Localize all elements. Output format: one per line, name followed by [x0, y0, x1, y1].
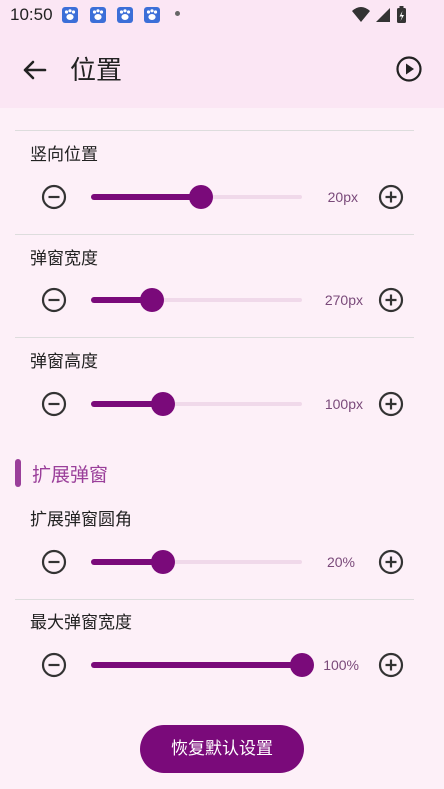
arrow-left-icon[interactable] — [20, 56, 48, 84]
divider — [15, 130, 414, 131]
setting-label: 竖向位置 — [30, 145, 98, 165]
status-time: 10:50 — [10, 5, 53, 24]
increase-icon[interactable] — [378, 652, 404, 678]
increase-icon[interactable] — [378, 184, 404, 210]
battery-icon — [397, 6, 406, 23]
increase-icon[interactable] — [378, 287, 404, 313]
status-bar: 10:50 — [0, 0, 444, 30]
divider — [15, 337, 414, 338]
slider-fill — [91, 194, 201, 200]
app-bar: 位置 — [0, 30, 444, 108]
slider-value: 100px — [324, 396, 363, 412]
slider-thumb[interactable] — [151, 392, 175, 416]
slider-value: 20px — [327, 189, 358, 205]
setting-label: 扩展弹窗圆角 — [30, 510, 132, 530]
slider-extended-corner-radius[interactable] — [91, 550, 302, 574]
more-notifications-dot — [175, 11, 180, 16]
increase-icon[interactable] — [378, 549, 404, 575]
slider-thumb[interactable] — [151, 550, 175, 574]
setting-label: 弹窗高度 — [30, 352, 98, 372]
page-title: 位置 — [70, 56, 123, 86]
slider-value: 20% — [326, 554, 355, 570]
baidu-paw-icon — [144, 7, 160, 23]
slider-value: 270px — [324, 292, 363, 308]
setting-label: 最大弹窗宽度 — [30, 613, 132, 633]
slider-popup-height[interactable] — [91, 392, 302, 416]
play-circle-icon[interactable] — [395, 55, 423, 83]
decrease-icon[interactable] — [41, 287, 67, 313]
decrease-icon[interactable] — [41, 549, 67, 575]
slider-max-popup-width[interactable] — [91, 653, 314, 677]
slider-thumb[interactable] — [189, 185, 213, 209]
decrease-icon[interactable] — [41, 652, 67, 678]
increase-icon[interactable] — [378, 391, 404, 417]
slider-value: 100% — [323, 657, 359, 673]
slider-vertical-position[interactable] — [91, 185, 302, 209]
baidu-paw-icon — [90, 7, 106, 23]
wifi-icon — [352, 7, 370, 22]
baidu-paw-icon — [62, 7, 78, 23]
decrease-icon[interactable] — [41, 184, 67, 210]
system-status-icons — [352, 6, 406, 23]
baidu-paw-icon — [117, 7, 133, 23]
slider-thumb[interactable] — [140, 288, 164, 312]
slider-fill — [91, 662, 302, 668]
reset-defaults-button[interactable]: 恢复默认设置 — [140, 725, 304, 773]
divider — [15, 599, 414, 600]
section-title: 扩展弹窗 — [32, 464, 109, 486]
slider-popup-width[interactable] — [91, 288, 302, 312]
divider — [15, 234, 414, 235]
section-accent-bar — [15, 459, 21, 487]
setting-label: 弹窗宽度 — [30, 249, 98, 269]
decrease-icon[interactable] — [41, 391, 67, 417]
cellular-signal-icon — [376, 8, 390, 22]
